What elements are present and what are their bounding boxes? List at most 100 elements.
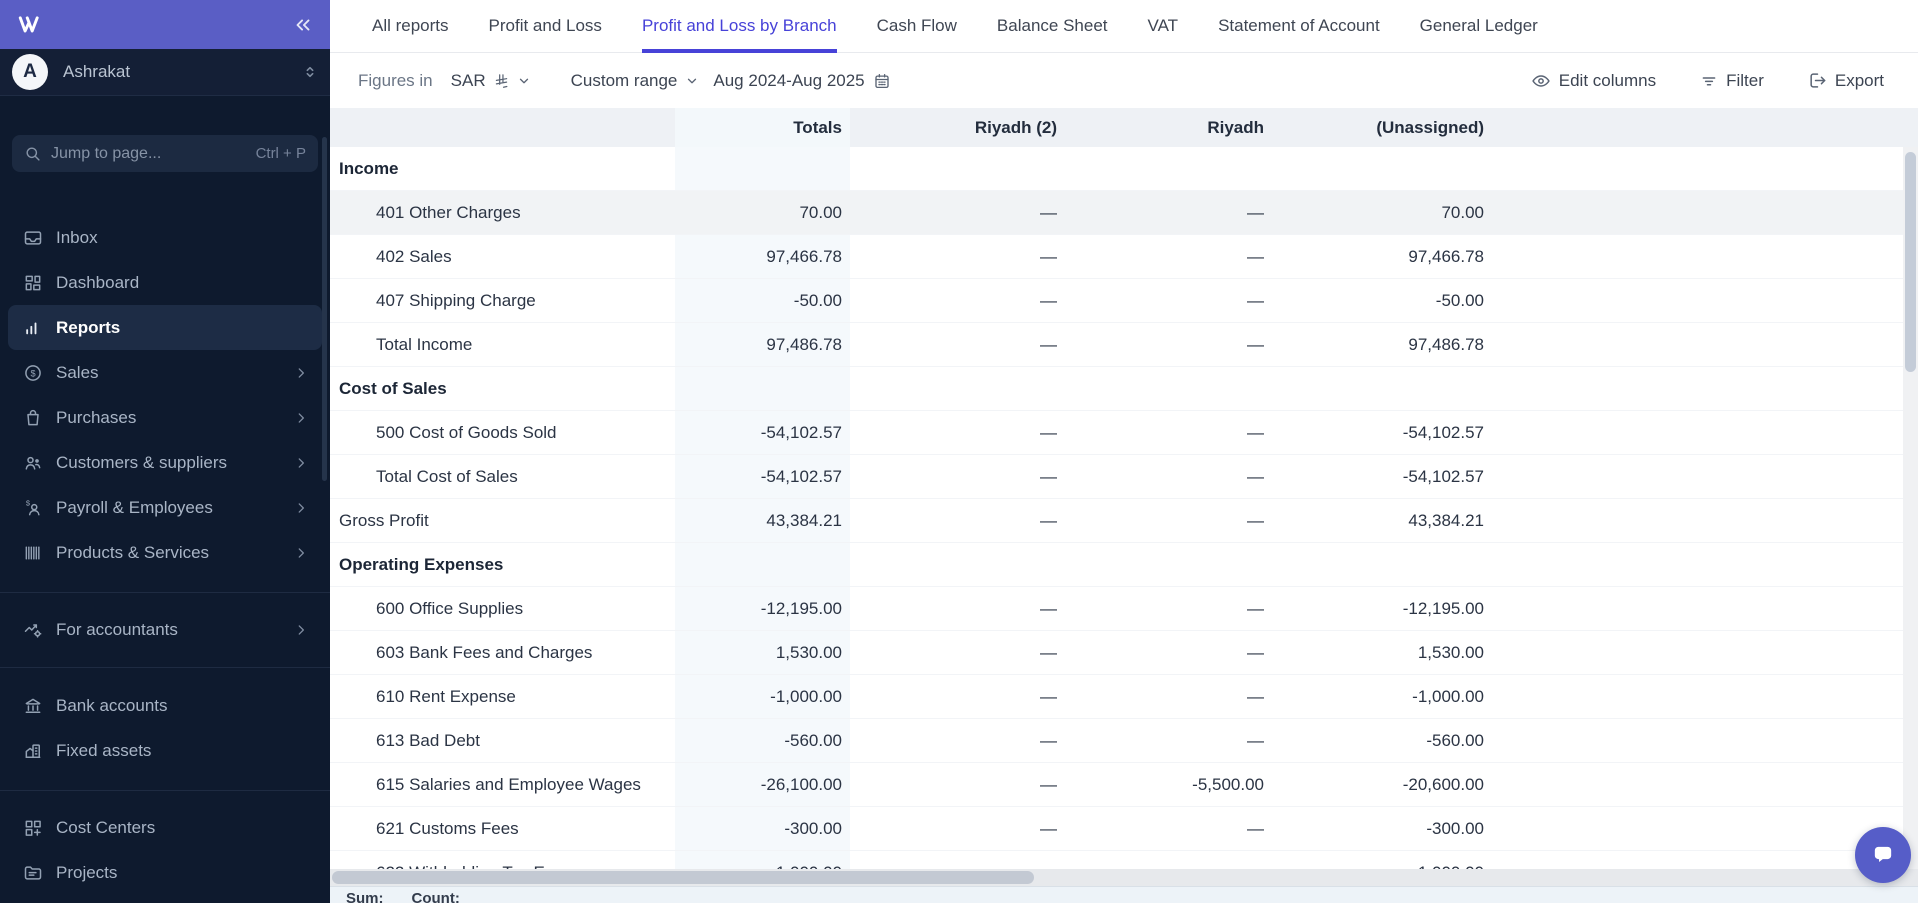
filter-button[interactable]: Filter	[1700, 71, 1764, 91]
sidebar-item-fixed-assets[interactable]: Fixed assets	[8, 728, 322, 773]
table-row[interactable]: Cost of Sales	[330, 367, 1918, 411]
status-bar: Sum: Count:	[330, 886, 1918, 903]
tab-label: General Ledger	[1419, 16, 1538, 35]
sidebar-item-payroll-employees[interactable]: $ Payroll & Employees	[8, 485, 322, 530]
export-button[interactable]: Export	[1808, 71, 1884, 91]
projects-icon	[22, 862, 44, 884]
report-tab[interactable]: VAT	[1148, 0, 1179, 53]
report-tab[interactable]: Cash Flow	[877, 0, 957, 53]
table-row[interactable]: Total Income 97,486.78 — — 97,486.78	[330, 323, 1918, 367]
cell-unassigned: 70.00	[1441, 202, 1484, 222]
cell-unassigned: -20,600.00	[1402, 774, 1484, 794]
cell-totals	[675, 147, 850, 190]
table-row[interactable]: 401 Other Charges 70.00 — — 70.00	[330, 191, 1918, 235]
table-row[interactable]: 407 Shipping Charge -50.00 — — -50.00	[330, 279, 1918, 323]
report-tab[interactable]: Statement of Account	[1218, 0, 1380, 53]
sidebar-divider	[0, 790, 330, 791]
sidebar-item-sales[interactable]: $ Sales	[8, 350, 322, 395]
row-label: Gross Profit	[339, 510, 429, 530]
column-header-riyadh-2[interactable]: Riyadh (2)	[850, 118, 1065, 138]
currency-select[interactable]: SAR	[451, 71, 531, 91]
sidebar-item-dashboard[interactable]: Dashboard	[8, 260, 322, 305]
chevron-down-icon	[517, 74, 531, 88]
sidebar-item-projects[interactable]: Projects	[8, 850, 322, 895]
chevron-right-icon	[294, 411, 308, 425]
cell-unassigned: 97,486.78	[1408, 334, 1484, 354]
report-tab[interactable]: Profit and Loss	[489, 0, 602, 53]
table-row[interactable]: 615 Salaries and Employee Wages -26,100.…	[330, 763, 1918, 807]
row-label: Operating Expenses	[339, 554, 504, 574]
sidebar-item-customers-suppliers[interactable]: Customers & suppliers	[8, 440, 322, 485]
edit-columns-button[interactable]: Edit columns	[1531, 71, 1656, 91]
sidebar-item-reports[interactable]: Reports	[8, 305, 322, 350]
tab-label: All reports	[372, 16, 449, 35]
cell-totals: -12,195.00	[675, 587, 850, 630]
sidebar-collapse-icon[interactable]	[292, 14, 314, 36]
sidebar-item-label: Cost Centers	[56, 817, 156, 837]
sidebar-scrollbar-thumb[interactable]	[322, 137, 327, 481]
column-header-riyadh[interactable]: Riyadh	[1065, 118, 1272, 138]
column-header-unassigned[interactable]: (Unassigned)	[1272, 118, 1492, 138]
row-label: 600 Office Supplies	[376, 598, 524, 618]
sidebar-item-cost-centers[interactable]: Cost Centers	[8, 805, 322, 850]
reports-icon	[22, 317, 44, 339]
cell-totals: 97,466.78	[675, 235, 850, 278]
account-name: Ashrakat	[63, 62, 131, 81]
cell-riyadh: —	[1247, 334, 1264, 354]
table-row[interactable]: Total Cost of Sales -54,102.57 — — -54,1…	[330, 455, 1918, 499]
account-switcher[interactable]: A Ashrakat	[0, 49, 330, 96]
cell-riyadh: —	[1247, 598, 1264, 618]
cell-totals: -1,000.00	[675, 851, 850, 869]
chat-widget-button[interactable]	[1855, 827, 1911, 883]
report-tab[interactable]: All reports	[372, 0, 449, 53]
jump-to-page-search[interactable]: Jump to page... Ctrl + P	[12, 135, 318, 172]
table-row[interactable]: Operating Expenses	[330, 543, 1918, 587]
table-row[interactable]: 610 Rent Expense -1,000.00 — — -1,000.00	[330, 675, 1918, 719]
report-toolbar: Figures in SAR Custom range Aug 2024-Aug…	[330, 53, 1918, 108]
chevron-right-icon	[294, 456, 308, 470]
horizontal-scrollbar-thumb[interactable]	[332, 871, 1034, 884]
cell-riyadh-2: —	[1040, 642, 1057, 662]
table-row[interactable]: Income	[330, 147, 1918, 191]
chevron-right-icon	[294, 501, 308, 515]
cell-riyadh: —	[1247, 290, 1264, 310]
cell-riyadh: —	[1247, 730, 1264, 750]
row-label: 615 Salaries and Employee Wages	[376, 774, 641, 794]
sidebar-item-products-services[interactable]: Products & Services	[8, 530, 322, 575]
vertical-scrollbar-thumb[interactable]	[1905, 152, 1916, 372]
table-row[interactable]: 603 Bank Fees and Charges 1,530.00 — — 1…	[330, 631, 1918, 675]
cell-totals: 97,486.78	[675, 323, 850, 366]
table-row[interactable]: 600 Office Supplies -12,195.00 — — -12,1…	[330, 587, 1918, 631]
cell-unassigned: -54,102.57	[1402, 466, 1484, 486]
table-row[interactable]: 402 Sales 97,466.78 — — 97,466.78	[330, 235, 1918, 279]
cell-riyadh-2: —	[1040, 510, 1057, 530]
vertical-scrollbar[interactable]	[1903, 147, 1918, 869]
sidebar-item-label: Purchases	[56, 407, 137, 427]
horizontal-scrollbar[interactable]	[330, 869, 1918, 886]
cell-riyadh-2: —	[1040, 466, 1057, 486]
chevron-up-down-icon	[302, 63, 318, 81]
sidebar-item-for-accountants[interactable]: For accountants	[8, 607, 322, 652]
sidebar-item-inbox[interactable]: Inbox	[8, 215, 322, 260]
table-row[interactable]: 613 Bad Debt -560.00 — — -560.00	[330, 719, 1918, 763]
report-tab[interactable]: Balance Sheet	[997, 0, 1108, 53]
sidebar-item-purchases[interactable]: Purchases	[8, 395, 322, 440]
cell-totals: -1,000.00	[675, 675, 850, 718]
row-label: 402 Sales	[376, 246, 452, 266]
cell-totals	[675, 543, 850, 586]
cell-riyadh-2: —	[1040, 730, 1057, 750]
column-header-totals[interactable]: Totals	[675, 108, 850, 147]
date-range-type-select[interactable]: Custom range	[571, 71, 700, 91]
row-label: 603 Bank Fees and Charges	[376, 642, 593, 662]
report-tab[interactable]: Profit and Loss by Branch	[641, 0, 837, 53]
table-row[interactable]: 622 Withholding Tax Ex -1,000.00 — — -1,…	[330, 851, 1918, 869]
cell-riyadh-2: —	[1040, 290, 1057, 310]
table-row[interactable]: 500 Cost of Goods Sold -54,102.57 — — -5…	[330, 411, 1918, 455]
row-label: Cost of Sales	[339, 378, 447, 398]
report-tab[interactable]: General Ledger	[1420, 0, 1538, 53]
table-row[interactable]: 621 Customs Fees -300.00 — — -300.00	[330, 807, 1918, 851]
date-range-picker[interactable]: Aug 2024-Aug 2025	[713, 71, 890, 91]
sidebar-item-bank-accounts[interactable]: Bank accounts	[8, 683, 322, 728]
table-row[interactable]: Gross Profit 43,384.21 — — 43,384.21	[330, 499, 1918, 543]
cell-riyadh-2: —	[1040, 686, 1057, 706]
